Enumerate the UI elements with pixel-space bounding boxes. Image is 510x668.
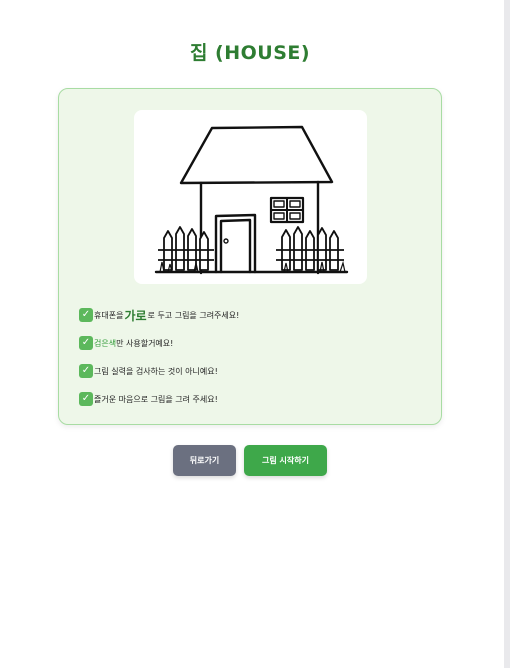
- back-button[interactable]: 뒤로가기: [173, 445, 236, 476]
- instruction-item: ✓ 휴대폰을 가로 로 두고 그림을 그려주세요!: [79, 301, 429, 329]
- page: 집 (HOUSE) ✓ 휴대폰을 가로 로 두고 그림을 그려주세요! ✓ 검은…: [0, 0, 510, 668]
- instruction-text-end: 만 사용할거예요!: [116, 338, 174, 348]
- page-title: 집 (HOUSE): [189, 42, 311, 64]
- check-mark-icon: ✓: [79, 336, 93, 350]
- check-mark-icon: ✓: [79, 364, 93, 378]
- instruction-list: ✓ 휴대폰을 가로 로 두고 그림을 그려주세요! ✓ 검은색 만 사용할거예요…: [79, 301, 429, 413]
- house-illustration: [134, 110, 367, 284]
- check-mark-icon: ✓: [79, 308, 93, 322]
- instruction-text: 즐거운 마음으로 그림을 그려 주세요!: [94, 394, 218, 404]
- instruction-text: 휴대폰을: [94, 310, 124, 320]
- instruction-text: 그림 실력을 검사하는 것이 아니예요!: [94, 366, 218, 376]
- instruction-highlight: 검은색: [94, 338, 117, 348]
- instruction-card: ✓ 휴대폰을 가로 로 두고 그림을 그려주세요! ✓ 검은색 만 사용할거예요…: [58, 88, 442, 425]
- check-mark-icon: ✓: [79, 392, 93, 406]
- instruction-item: ✓ 검은색 만 사용할거예요!: [79, 329, 429, 357]
- scrollbar-track[interactable]: [504, 0, 510, 668]
- instruction-item: ✓ 즐거운 마음으로 그림을 그려 주세요!: [79, 385, 429, 413]
- start-drawing-button[interactable]: 그림 시작하기: [244, 445, 327, 476]
- instruction-item: ✓ 그림 실력을 검사하는 것이 아니예요!: [79, 357, 429, 385]
- instruction-text-end: 로 두고 그림을 그려주세요!: [147, 310, 240, 320]
- house-drawing-icon: [154, 125, 349, 275]
- instruction-highlight: 가로: [124, 308, 147, 323]
